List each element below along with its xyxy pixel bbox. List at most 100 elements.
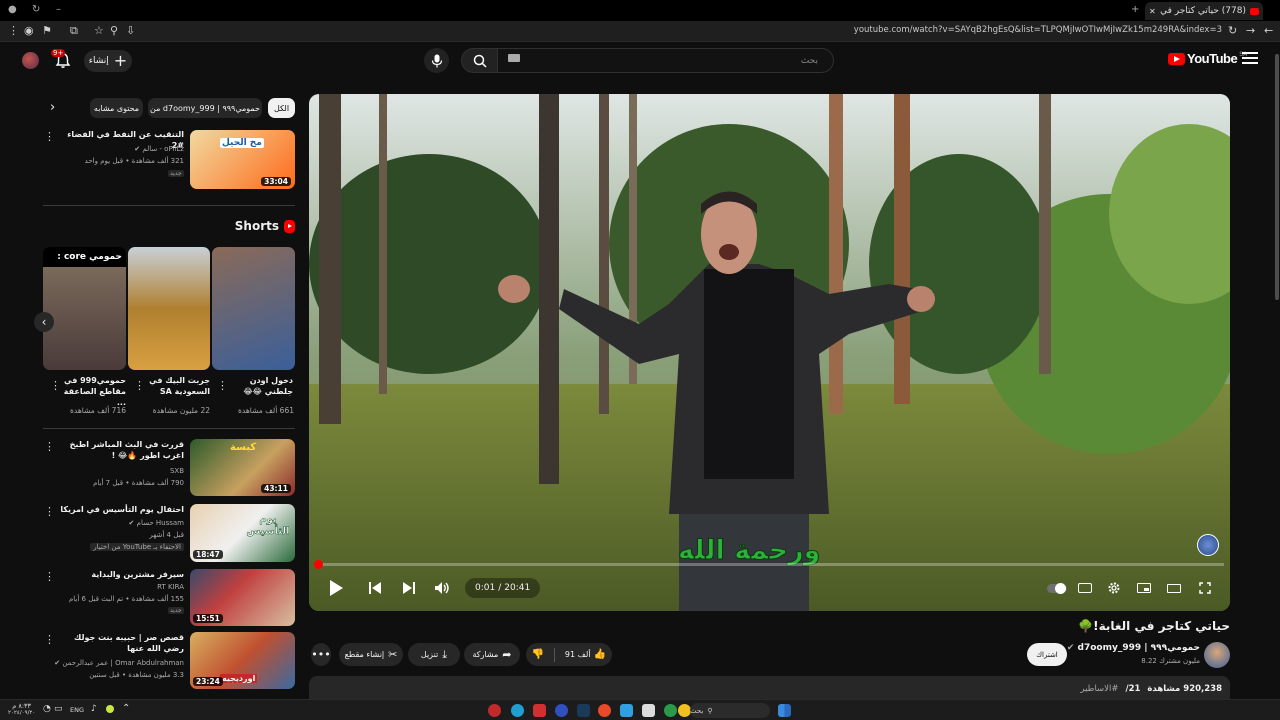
- previous-button[interactable]: [365, 578, 385, 598]
- new-tab-icon[interactable]: +: [1131, 4, 1139, 15]
- voice-search-button[interactable]: [424, 48, 449, 73]
- short-menu-icon[interactable]: ⋮: [217, 380, 228, 391]
- short-thumbnail[interactable]: [128, 247, 210, 370]
- bell-icon[interactable]: ◔: [43, 704, 51, 714]
- browser-tab-active[interactable]: ✕ (778) حياتي كتاجر في الغابة! - YouTube: [1145, 2, 1263, 20]
- chip-related[interactable]: محتوى مشابه: [90, 98, 143, 118]
- search-button[interactable]: [461, 48, 498, 73]
- video-title-link[interactable]: سيرفر مشترين والبداية: [54, 570, 184, 581]
- video-channel[interactable]: Hussam حسام ✔: [129, 519, 184, 527]
- volume-button[interactable]: [432, 578, 452, 598]
- video-thumbnail[interactable]: كبسة 43:11: [190, 439, 295, 496]
- short-menu-icon[interactable]: ⋮: [50, 380, 61, 391]
- video-title-link[interactable]: قصص صر | حبيبه بنت جولك رضي الله عنها: [54, 633, 184, 655]
- video-channel[interactable]: RT KIRA: [157, 583, 184, 591]
- minimize-icon[interactable]: –: [56, 4, 61, 15]
- file-explorer-icon[interactable]: [642, 704, 655, 717]
- more-menu-icon[interactable]: ⋮: [8, 24, 19, 37]
- more-actions-button[interactable]: •••: [311, 643, 331, 666]
- video-player[interactable]: [309, 94, 1230, 611]
- short-thumbnail[interactable]: حمومي core :: [43, 247, 126, 370]
- chip-from-channel[interactable]: من d7oomy_999 | حمومي٩٩٩: [148, 98, 262, 118]
- close-tab-icon[interactable]: ✕: [1149, 7, 1156, 16]
- fullscreen-button[interactable]: [1196, 578, 1214, 598]
- steam-icon[interactable]: [577, 704, 590, 717]
- hamburger-menu-icon[interactable]: [1242, 52, 1258, 64]
- short-menu-icon[interactable]: ⋮: [134, 380, 145, 391]
- taskbar-app-icon[interactable]: [620, 704, 633, 717]
- subtitles-button[interactable]: [1076, 578, 1094, 598]
- app-status-icon[interactable]: [106, 705, 114, 713]
- video-menu-icon[interactable]: ⋮: [44, 506, 55, 517]
- taskbar-app-icon[interactable]: [555, 704, 568, 717]
- window-control-icon[interactable]: ●: [8, 4, 17, 15]
- media-icon[interactable]: ◉: [24, 24, 34, 37]
- shorts-prev-arrow-icon[interactable]: ‹: [34, 312, 54, 332]
- taskbar-search[interactable]: ⚲ بحث: [690, 703, 770, 718]
- short-thumbnail[interactable]: [212, 247, 295, 370]
- reload-icon[interactable]: ↻: [1228, 24, 1237, 37]
- zoom-icon[interactable]: ⚲: [110, 24, 118, 37]
- settings-button[interactable]: [1105, 578, 1123, 598]
- miniplayer-button[interactable]: [1135, 578, 1153, 598]
- chips-next-arrow-icon[interactable]: ›: [50, 100, 55, 115]
- video-channel[interactable]: SXB: [170, 467, 184, 475]
- create-button[interactable]: إنشاء +: [84, 50, 132, 72]
- reload-tabs-icon[interactable]: ↻: [32, 4, 40, 15]
- notifications-button[interactable]: 9+: [51, 49, 73, 71]
- play-button[interactable]: [325, 578, 347, 598]
- video-menu-icon[interactable]: ⋮: [44, 571, 55, 582]
- microphone-icon[interactable]: ♪: [91, 704, 97, 714]
- channel-avatar[interactable]: [1204, 642, 1230, 668]
- chip-all[interactable]: الكل: [268, 98, 295, 118]
- input-language[interactable]: ENG: [70, 706, 84, 714]
- hashtag[interactable]: #الاساطير: [1080, 684, 1118, 694]
- extensions-icon[interactable]: ⚑: [42, 24, 52, 37]
- progress-scrubber-handle[interactable]: [314, 560, 323, 569]
- video-menu-icon[interactable]: ⋮: [44, 634, 55, 645]
- install-icon[interactable]: ⇩: [126, 24, 135, 37]
- channel-name[interactable]: ✔ d7oomy_999 | حمومي٩٩٩: [1067, 643, 1200, 653]
- share-button[interactable]: مشاركة ➦: [464, 643, 520, 666]
- chrome-icon[interactable]: [664, 704, 677, 717]
- video-menu-icon[interactable]: ⋮: [44, 131, 55, 142]
- download-button[interactable]: تنزيل ⤓: [408, 643, 460, 666]
- clip-button[interactable]: إنشاء مقطع ✂: [339, 643, 403, 666]
- taskbar-app-icon[interactable]: [598, 704, 611, 717]
- short-title[interactable]: جربت البيك في السعودية SA: [140, 376, 210, 398]
- taskbar-app-icon[interactable]: [488, 704, 501, 717]
- video-thumbnail[interactable]: مخ الحيل 33:04: [190, 130, 295, 189]
- start-menu-icon[interactable]: [778, 704, 791, 717]
- tabs-icon[interactable]: ⧉: [70, 24, 78, 38]
- short-title[interactable]: حمومي999 في مقاطع الصاعقة ...: [56, 376, 126, 408]
- account-avatar[interactable]: [22, 52, 39, 69]
- like-button[interactable]: 91 ألف 👍: [559, 649, 612, 660]
- search-input[interactable]: [508, 49, 818, 72]
- display-icon[interactable]: ▭: [54, 704, 63, 714]
- youtube-logo[interactable]: YouTube SA: [1168, 51, 1247, 66]
- video-thumbnail[interactable]: يوم التأسيس 18:47: [190, 504, 295, 562]
- channel-watermark[interactable]: [1197, 534, 1219, 556]
- video-channel[interactable]: Omar Abdulrahman | عمر عبدالرحمن ✔: [54, 659, 184, 667]
- video-menu-icon[interactable]: ⋮: [44, 441, 55, 452]
- video-title-link[interactable]: احتفال يوم التأسيس في امريكا: [54, 505, 184, 516]
- video-thumbnail[interactable]: اورديجيه 23:24: [190, 632, 295, 689]
- taskbar-app-icon[interactable]: [533, 704, 546, 717]
- next-button[interactable]: [399, 578, 419, 598]
- subscribe-button[interactable]: اشتراك: [1027, 643, 1067, 666]
- video-channel[interactable]: oPiiLz - سالم ✔: [134, 145, 184, 153]
- edge-icon[interactable]: [511, 704, 524, 717]
- autoplay-toggle[interactable]: [1046, 578, 1068, 598]
- bookmark-star-icon[interactable]: ☆: [94, 24, 104, 37]
- tray-expand-icon[interactable]: ⌃: [122, 703, 130, 714]
- address-url[interactable]: youtube.com/watch?v=SAYqB2hgEsQ&list=TLP…: [854, 25, 1222, 35]
- scrollbar-thumb[interactable]: [1275, 54, 1279, 300]
- page-scrollbar[interactable]: [1274, 44, 1280, 699]
- video-title-link[interactable]: قررت في البث المباشر اطبخ اغرب اطور 🔥😂 !: [54, 440, 184, 462]
- taskbar-clock[interactable]: ٨:٣٣ م ٢٠٢٤/٠٩/٢٠: [8, 702, 35, 718]
- video-thumbnail[interactable]: 15:51: [190, 569, 295, 626]
- video-progress-bar[interactable]: [314, 560, 1224, 569]
- back-icon[interactable]: ←: [1264, 24, 1273, 37]
- short-title[interactable]: دخول اودن جلطني 😂😂: [223, 376, 293, 398]
- dislike-button[interactable]: 👎: [526, 649, 550, 660]
